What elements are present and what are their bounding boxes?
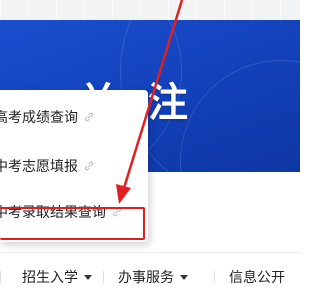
menu-item-zhongkao-application[interactable]: 中考志愿填报	[0, 151, 140, 181]
nav-divider	[214, 271, 215, 283]
link-icon	[85, 112, 93, 122]
link-icon	[85, 161, 93, 171]
nav-divider	[0, 271, 1, 283]
nav-item-label: 信息公开	[229, 270, 285, 286]
bottom-nav: 招生入学 办事服务 信息公开	[0, 252, 300, 301]
menu-item-gaokao-score[interactable]: 高考成绩查询	[0, 102, 140, 132]
nav-divider	[103, 271, 104, 283]
chevron-down-icon	[180, 274, 188, 280]
menu-item-label: 中考志愿填报	[0, 159, 78, 175]
nav-item-admission[interactable]: 招生入学	[22, 253, 92, 301]
nav-item-label: 招生入学	[22, 270, 78, 286]
nav-item-services[interactable]: 办事服务	[118, 253, 188, 301]
top-strip	[0, 0, 300, 20]
nav-item-info-disclosure[interactable]: 信息公开	[229, 253, 285, 301]
chevron-down-icon	[84, 274, 92, 280]
highlight-box	[0, 207, 145, 240]
nav-item-label: 办事服务	[118, 270, 174, 286]
menu-item-label: 高考成绩查询	[0, 110, 78, 126]
